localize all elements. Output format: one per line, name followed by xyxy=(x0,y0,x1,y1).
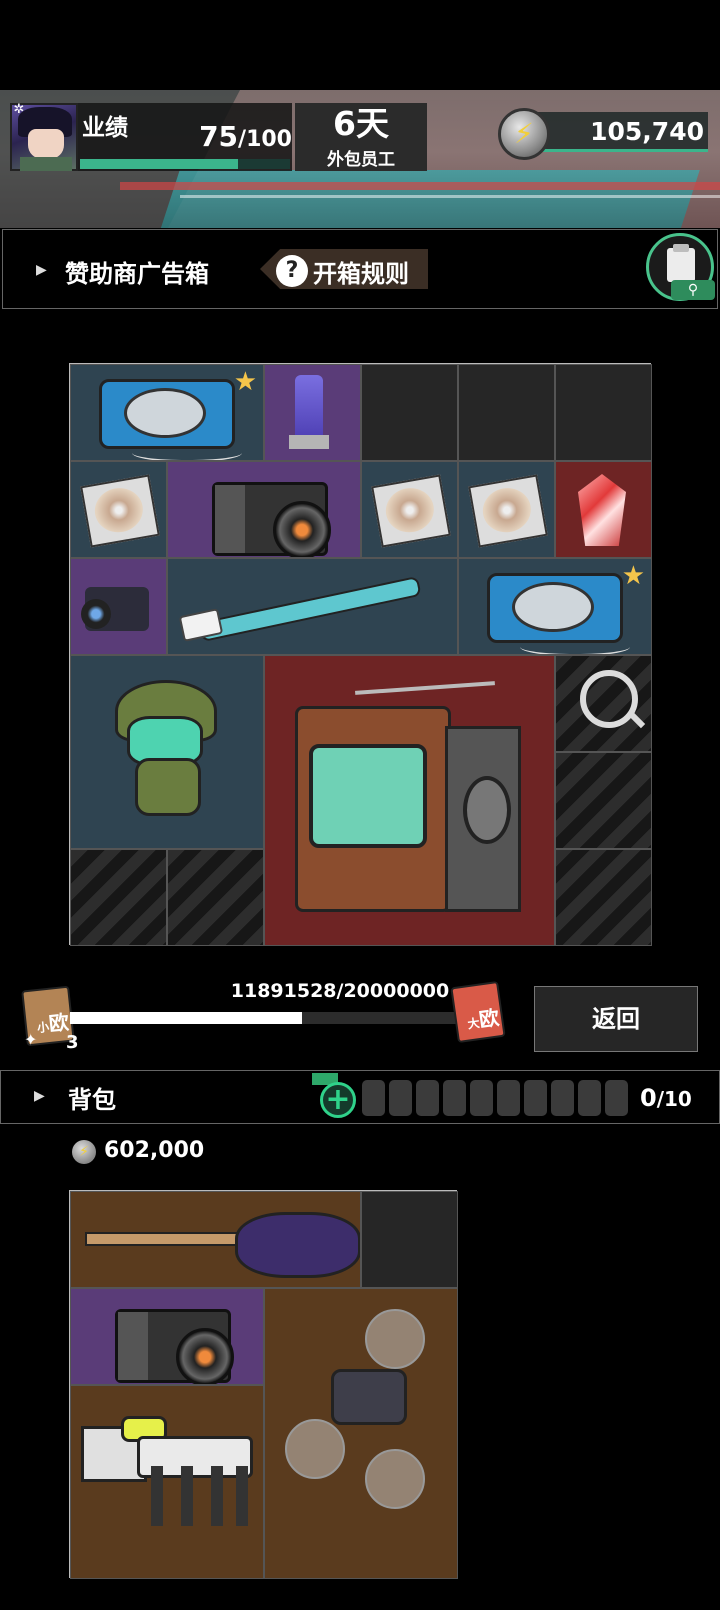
clipboard-search-button[interactable]: ⚲ xyxy=(646,233,715,301)
empty-slot xyxy=(458,364,555,461)
loot-item-film-camera[interactable] xyxy=(167,461,361,558)
capacity-slot xyxy=(551,1080,574,1116)
header-decor xyxy=(120,182,720,190)
empty-slot xyxy=(361,1191,458,1288)
performance-bar-fill xyxy=(80,159,238,169)
question-icon[interactable]: ? xyxy=(276,255,308,287)
loot-item-electric-toothbrush[interactable] xyxy=(167,558,458,655)
capacity-max: /10 xyxy=(656,1087,692,1111)
backpack-item-electric-guitar[interactable] xyxy=(70,1191,361,1288)
status-bar-area xyxy=(0,0,720,90)
loot-grid: ★ ★ xyxy=(69,363,652,946)
loot-item-keychain[interactable] xyxy=(264,364,361,461)
capacity-slot xyxy=(524,1080,547,1116)
unsearched-slot[interactable] xyxy=(555,849,652,946)
piece-count: 3 xyxy=(66,1032,79,1053)
search-icon: ⚲ xyxy=(671,280,715,300)
puzzle-piece-icon: ✦ xyxy=(24,1030,38,1049)
performance-value: 75/100 xyxy=(150,120,292,153)
performance-max: /100 xyxy=(238,127,292,152)
header-decor xyxy=(180,195,720,198)
loot-item-cd-disc[interactable] xyxy=(70,461,167,558)
capacity-slot xyxy=(578,1080,601,1116)
luck-progress-fill xyxy=(70,1012,302,1024)
gear-icon[interactable]: ✲ xyxy=(12,103,26,117)
play-arrow-icon: ▶ xyxy=(34,1088,45,1104)
capacity-slot xyxy=(470,1080,493,1116)
unsearched-slot[interactable] xyxy=(555,752,652,849)
star-icon: ★ xyxy=(233,367,257,397)
return-button[interactable]: 返回 xyxy=(534,986,698,1052)
open-rules-label[interactable]: 开箱规则 xyxy=(313,254,409,289)
capacity-used: 0 xyxy=(640,1084,657,1112)
capacity-label: 0/10 xyxy=(640,1084,692,1112)
backpack-grid xyxy=(69,1190,458,1579)
coins-value: 105,740 xyxy=(590,117,704,146)
big-euro-card-icon: 大欧 xyxy=(450,980,506,1044)
capacity-slot xyxy=(605,1080,628,1116)
unsearched-slot[interactable] xyxy=(70,849,167,946)
days-value: 6天 xyxy=(333,104,389,143)
play-arrow-icon: ▶ xyxy=(36,262,47,278)
unsearched-slot[interactable] xyxy=(167,849,264,946)
loot-item-camcorder[interactable] xyxy=(70,558,167,655)
backpack-item-drone[interactable] xyxy=(264,1288,458,1579)
capacity-slot xyxy=(416,1080,439,1116)
backpack-title: 背包 xyxy=(68,1086,116,1114)
performance-label: 业绩 xyxy=(82,115,128,141)
loot-item-red-gem[interactable] xyxy=(555,461,652,558)
loot-item-cd-player[interactable]: ★ xyxy=(70,364,264,461)
lightning-coin-icon: ⚡ xyxy=(72,1140,96,1164)
header-decor xyxy=(160,170,700,228)
backpack-value: 602,000 xyxy=(104,1138,205,1163)
sponsor-box-title: 赞助商广告箱 xyxy=(65,260,209,288)
loot-item-cd-disc[interactable] xyxy=(361,461,458,558)
performance-current: 75 xyxy=(199,120,239,153)
capacity-slot xyxy=(443,1080,466,1116)
expand-capacity-button[interactable]: + xyxy=(320,1082,356,1118)
loot-item-retro-tv[interactable] xyxy=(264,655,555,946)
backpack-item-film-camera[interactable] xyxy=(70,1288,264,1385)
big-euro-label: 欧 xyxy=(477,1005,501,1032)
loot-item-frog-figure[interactable] xyxy=(70,655,264,849)
loot-item-cd-player[interactable]: ★ xyxy=(458,558,652,655)
empty-slot xyxy=(555,364,652,461)
star-icon: ★ xyxy=(621,561,645,591)
employee-type-label: 外包员工 xyxy=(327,150,395,170)
empty-slot xyxy=(361,364,458,461)
unsearched-slot[interactable] xyxy=(555,655,652,752)
loot-item-cd-disc[interactable] xyxy=(458,461,555,558)
capacity-slot xyxy=(497,1080,520,1116)
capacity-slot xyxy=(362,1080,385,1116)
capacity-slot xyxy=(389,1080,412,1116)
backpack-item-robot-dog[interactable] xyxy=(70,1385,264,1579)
magnifier-icon xyxy=(580,670,638,728)
